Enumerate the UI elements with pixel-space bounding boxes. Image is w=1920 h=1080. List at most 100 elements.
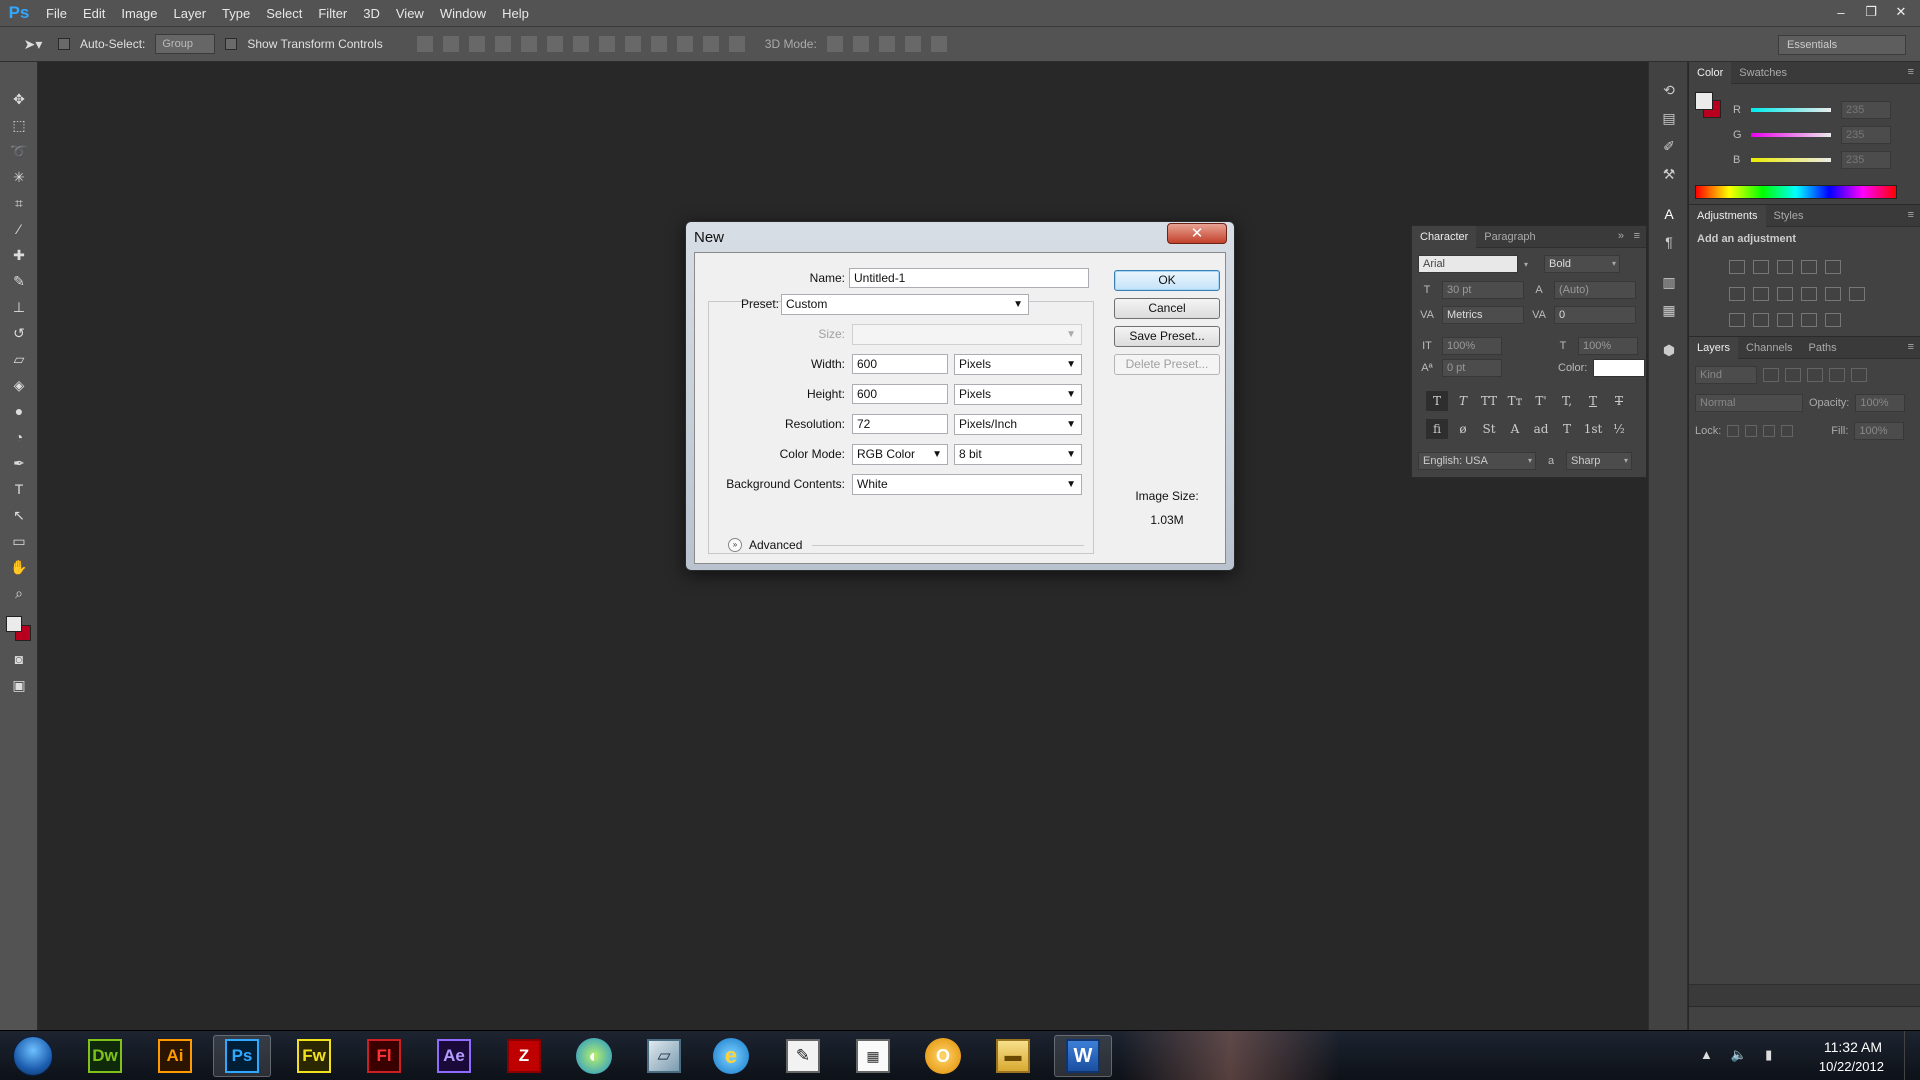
tab-color[interactable]: Color [1689, 61, 1732, 84]
color-lookup-icon[interactable] [1849, 287, 1865, 301]
quick-mask-icon[interactable]: ◙ [0, 646, 38, 672]
tab-styles[interactable]: Styles [1766, 205, 1812, 227]
horizontal-scale-input[interactable]: 100% [1578, 337, 1638, 355]
photo-filter-icon[interactable] [1801, 287, 1817, 301]
auto-select-dropdown[interactable]: Group [155, 34, 216, 54]
menu-view[interactable]: View [388, 0, 432, 27]
tab-swatches[interactable]: Swatches [1731, 62, 1795, 84]
dialog-close-button[interactable]: ✕ [1167, 223, 1227, 244]
menu-window[interactable]: Window [432, 0, 494, 27]
taskbar-calendar[interactable]: ▦ [844, 1035, 902, 1077]
dodge-tool-icon[interactable]: ◔ [0, 424, 38, 450]
tracking-input[interactable]: 0 [1554, 306, 1636, 324]
menu-help[interactable]: Help [494, 0, 537, 27]
selective-color-icon[interactable] [1801, 313, 1817, 327]
blend-mode-dropdown[interactable]: Normal [1695, 394, 1803, 412]
ornaments-button[interactable]: T [1556, 419, 1578, 439]
gradient-map-icon[interactable] [1825, 313, 1841, 327]
zoom-tool-icon[interactable]: ⌕ [0, 580, 38, 606]
filter-smart-object-icon[interactable] [1851, 368, 1867, 382]
blue-slider[interactable] [1751, 158, 1831, 162]
ligatures-button[interactable]: fi [1426, 419, 1448, 439]
taskbar-after-effects[interactable]: Ae [425, 1035, 483, 1077]
color-spectrum-bar[interactable] [1695, 185, 1897, 199]
small-caps-button[interactable]: Tт [1504, 391, 1526, 411]
panel-menu-icon[interactable]: ≡ [1908, 209, 1914, 221]
advanced-expand-icon[interactable]: » [728, 538, 742, 552]
crop-tool-icon[interactable]: ⌗ [0, 190, 38, 216]
lock-transparent-icon[interactable] [1727, 425, 1740, 437]
save-preset-button[interactable]: Save Preset... [1114, 326, 1220, 347]
color-balance-icon[interactable] [1753, 287, 1769, 301]
preset-dropdown[interactable]: Custom ▼ [781, 294, 1029, 315]
3d-rotate-icon[interactable] [826, 36, 843, 52]
minimize-button[interactable]: – [1828, 2, 1854, 22]
lock-image-icon[interactable] [1745, 425, 1758, 437]
3d-drag-icon[interactable] [878, 36, 895, 52]
panel-menu-icon[interactable]: ≡ [1634, 230, 1640, 242]
name-input[interactable]: Untitled-1 [849, 268, 1089, 288]
character-styles-icon[interactable]: ▥ [1649, 268, 1689, 296]
taskbar-photoshop[interactable]: Ps [213, 1035, 271, 1077]
threshold-icon[interactable] [1777, 313, 1793, 327]
hand-tool-icon[interactable]: ✋ [0, 554, 38, 580]
eraser-tool-icon[interactable]: ▱ [0, 346, 38, 372]
levels-icon[interactable] [1753, 260, 1769, 274]
taskbar-app-tablet[interactable]: ▱ [635, 1035, 693, 1077]
show-desktop-button[interactable] [1904, 1031, 1920, 1080]
brush-presets-icon[interactable]: ✐ [1649, 132, 1689, 160]
curves-icon[interactable] [1777, 260, 1793, 274]
fractions-button[interactable]: ½ [1608, 419, 1630, 439]
color-foreground-swatch[interactable] [1695, 92, 1713, 110]
underline-button[interactable]: T [1582, 391, 1604, 411]
ok-button[interactable]: OK [1114, 270, 1220, 291]
distribute-left-icon[interactable] [650, 36, 667, 52]
character-panel-icon[interactable]: A [1649, 200, 1689, 228]
height-input[interactable]: 600 [852, 384, 948, 404]
taskbar-file-explorer[interactable]: ▬ [984, 1035, 1042, 1077]
taskbar-internet-explorer[interactable]: e [702, 1035, 760, 1077]
collapse-panel-icon[interactable]: » [1618, 230, 1624, 242]
tab-character[interactable]: Character [1412, 225, 1477, 248]
vibrance-icon[interactable] [1825, 260, 1841, 274]
brush-tool-icon[interactable]: ✎ [0, 268, 38, 294]
color-mode-dropdown[interactable]: RGB Color ▼ [852, 444, 948, 465]
align-right-icon[interactable] [546, 36, 563, 52]
type-tool-icon[interactable]: T [0, 476, 38, 502]
blur-tool-icon[interactable]: ● [0, 398, 38, 424]
tab-paths[interactable]: Paths [1801, 337, 1845, 359]
font-family-dropdown-icon[interactable]: ▾ [1524, 260, 1538, 269]
exposure-icon[interactable] [1801, 260, 1817, 274]
panel-menu-icon[interactable]: ≡ [1908, 66, 1914, 78]
close-button[interactable]: ✕ [1888, 2, 1914, 22]
lock-position-icon[interactable] [1763, 425, 1776, 437]
show-hidden-icons-icon[interactable]: ▲ [1700, 1047, 1713, 1063]
restore-button[interactable]: ❐ [1858, 2, 1884, 22]
properties-panel-icon[interactable]: ▤ [1649, 104, 1689, 132]
workspace-switcher[interactable]: Essentials [1778, 35, 1906, 55]
distribute-hcenter-icon[interactable] [676, 36, 693, 52]
tool-presets-icon[interactable]: ⚒ [1649, 160, 1689, 188]
align-left-icon[interactable] [494, 36, 511, 52]
taskbar-fireworks[interactable]: Fw [285, 1035, 343, 1077]
distribute-bottom-icon[interactable] [624, 36, 641, 52]
black-white-icon[interactable] [1777, 287, 1793, 301]
text-color-swatch[interactable] [1593, 359, 1646, 377]
menu-select[interactable]: Select [258, 0, 310, 27]
blue-value-input[interactable]: 235 [1841, 151, 1891, 169]
history-panel-icon[interactable]: ⟲ [1649, 76, 1689, 104]
network-icon[interactable]: ▮ [1765, 1047, 1772, 1063]
paragraph-panel-icon[interactable]: ¶ [1649, 228, 1689, 256]
green-value-input[interactable]: 235 [1841, 126, 1891, 144]
superscript-button[interactable]: T' [1530, 391, 1552, 411]
old-style-button[interactable]: ø [1452, 419, 1474, 439]
subscript-button[interactable]: T, [1556, 391, 1578, 411]
delete-preset-button[interactable]: Delete Preset... [1114, 354, 1220, 375]
foreground-color-swatch[interactable] [6, 616, 22, 632]
menu-layer[interactable]: Layer [166, 0, 215, 27]
font-family-input[interactable]: Arial [1418, 255, 1518, 273]
swash-button[interactable]: St [1478, 419, 1500, 439]
ordinals-button[interactable]: 1st [1582, 419, 1604, 439]
move-tool-preset-icon[interactable]: ➤▾ [18, 31, 48, 57]
clone-stamp-tool-icon[interactable]: ⊥ [0, 294, 38, 320]
